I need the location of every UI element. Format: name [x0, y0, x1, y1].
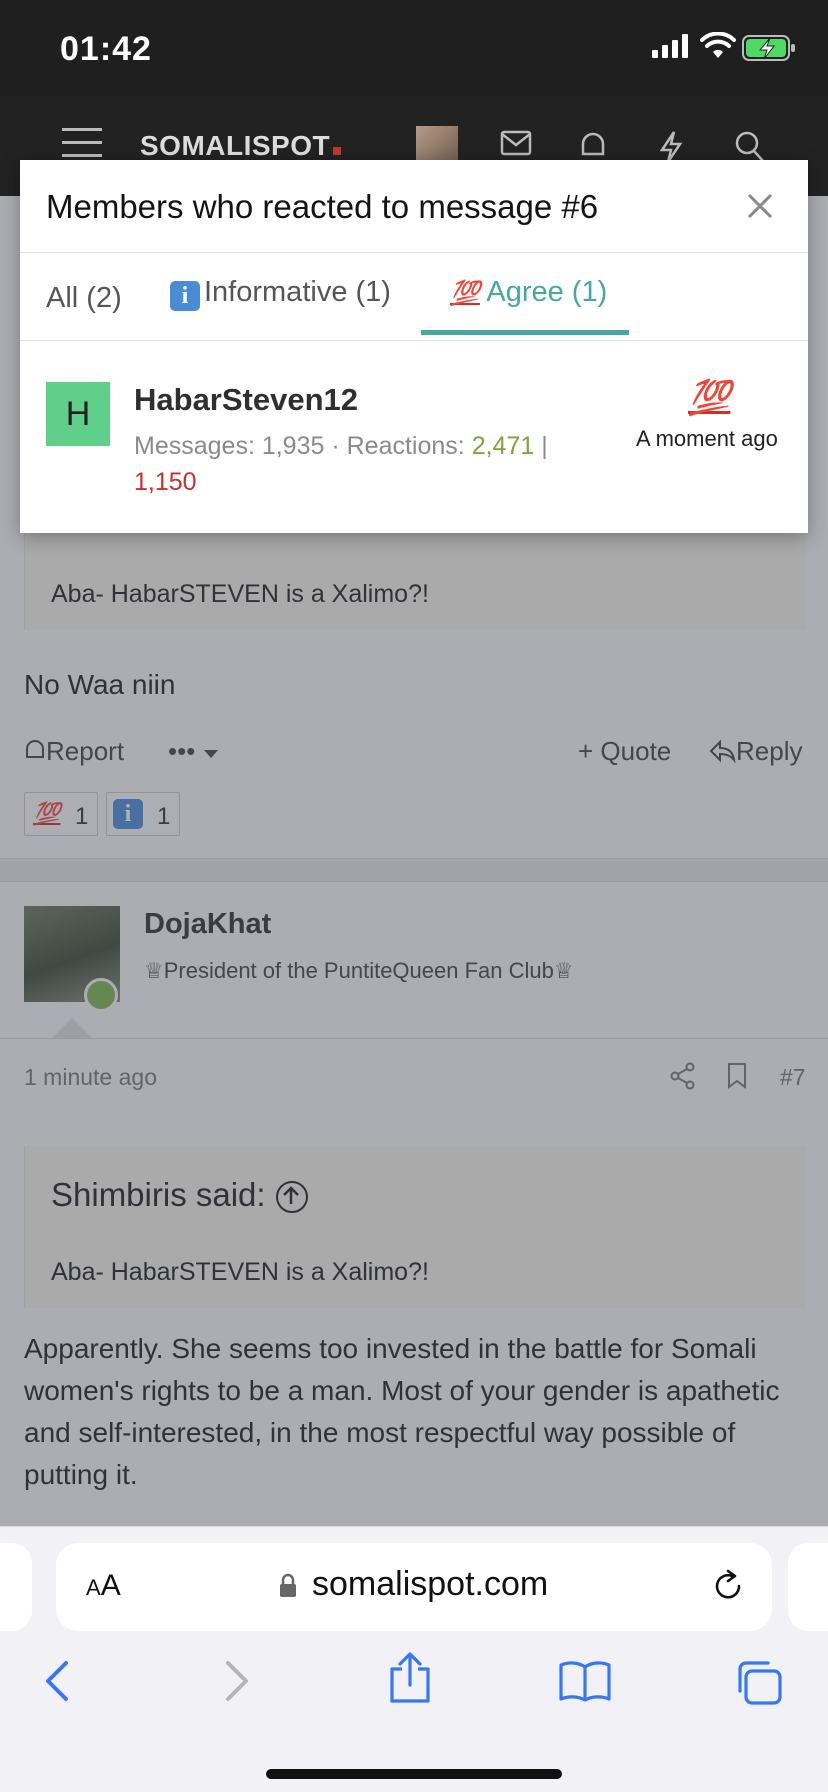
bell-icon[interactable] [578, 130, 608, 162]
share-icon[interactable] [388, 1651, 432, 1705]
address-bar[interactable]: AA somalispot.com [56, 1543, 772, 1631]
previous-tab-card[interactable] [0, 1543, 32, 1631]
tab-informative[interactable]: i Informative (1) [170, 276, 391, 311]
divider [20, 252, 808, 253]
status-time: 01:42 [60, 30, 152, 68]
reaction-score-negative: 1,150 [134, 468, 197, 496]
divider [20, 340, 808, 341]
forward-icon[interactable] [218, 1659, 254, 1703]
lightning-icon[interactable] [658, 130, 684, 164]
cellular-signal-icon [652, 34, 688, 58]
member-stats: Messages: 1,935 · Reactions: 2,471 | 1,1… [134, 432, 548, 496]
next-tab-card[interactable] [788, 1543, 828, 1631]
search-icon[interactable] [734, 130, 766, 164]
tabs-icon[interactable] [734, 1659, 784, 1705]
member-avatar[interactable]: H [46, 382, 110, 446]
close-icon[interactable] [744, 190, 776, 222]
active-tab-indicator [421, 330, 629, 335]
lock-icon [280, 1573, 296, 1597]
hamburger-menu-icon[interactable] [62, 126, 102, 160]
member-name[interactable]: HabarSteven12 [134, 382, 358, 418]
hundred-icon: 💯 [688, 379, 731, 417]
site-logo[interactable]: SOMALISPOT [140, 130, 342, 162]
back-icon[interactable] [40, 1659, 76, 1703]
battery-charging-icon [742, 35, 795, 61]
tab-all[interactable]: All (2) [46, 282, 122, 315]
reaction-score-positive: 2,471 [471, 432, 535, 460]
browser-toolbar: AA somalispot.com [0, 1526, 828, 1792]
hundred-icon: 💯 [450, 280, 480, 307]
reaction-time: A moment ago [636, 426, 778, 451]
url-text[interactable]: somalispot.com [312, 1565, 548, 1604]
info-icon: i [170, 281, 200, 311]
reactions-modal: Members who reacted to message #6 All (2… [20, 160, 808, 533]
inbox-icon[interactable] [500, 130, 532, 156]
bookmarks-icon[interactable] [558, 1659, 612, 1703]
wifi-icon [700, 32, 736, 58]
modal-title: Members who reacted to message #6 [46, 188, 599, 225]
reload-icon[interactable] [710, 1567, 746, 1605]
home-indicator[interactable] [266, 1769, 562, 1779]
status-bar: 01:42 [0, 0, 828, 96]
text-size-button[interactable]: AA [86, 1569, 121, 1603]
tab-agree[interactable]: 💯 Agree (1) [450, 276, 607, 309]
